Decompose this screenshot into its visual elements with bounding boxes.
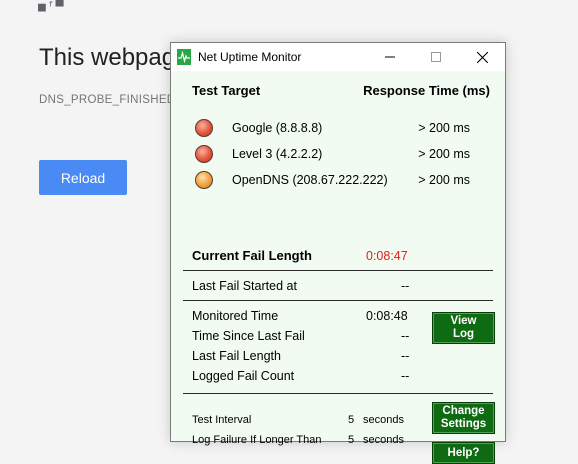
net-uptime-monitor-window: Net Uptime Monitor Test Target Response … xyxy=(170,42,506,464)
time-since-last-fail-label: Time Since Last Fail xyxy=(192,329,305,343)
log-failure-value: 5 xyxy=(348,434,355,446)
target-response: > 200 ms xyxy=(418,173,470,187)
monitor-content: Test Target Response Time (ms) Google (8… xyxy=(171,71,505,464)
pulse-icon xyxy=(177,49,191,65)
divider xyxy=(183,300,493,301)
maximize-button[interactable] xyxy=(413,43,459,71)
change-settings-button[interactable]: Change Settings xyxy=(432,402,495,434)
monitored-time-value: 0:08:48 xyxy=(366,309,408,323)
status-led-icon xyxy=(195,171,213,189)
view-log-label: View Log xyxy=(450,315,477,340)
test-interval-unit: seconds xyxy=(363,414,404,426)
status-led-icon xyxy=(195,145,213,163)
current-fail-length-label: Current Fail Length xyxy=(192,248,312,263)
change-settings-label: Change Settings xyxy=(440,405,487,430)
current-fail-length-value: 0:08:47 xyxy=(366,249,408,263)
divider xyxy=(183,270,493,271)
log-failure-unit: seconds xyxy=(363,434,404,446)
error-code: DNS_PROBE_FINISHED_ xyxy=(39,94,183,106)
offline-dino-icon: ■ᶠ▀ xyxy=(38,0,65,15)
last-fail-length-value: -- xyxy=(401,349,410,363)
target-name: OpenDNS (208.67.222.222) xyxy=(232,173,388,187)
reload-button[interactable]: Reload xyxy=(39,160,127,195)
title-bar[interactable]: Net Uptime Monitor xyxy=(171,43,505,71)
time-since-last-fail-value: -- xyxy=(401,329,410,343)
target-row-level3: Level 3 (4.2.2.2) > 200 ms xyxy=(195,143,495,165)
test-target-header: Test Target xyxy=(192,83,261,98)
target-name: Google (8.8.8.8) xyxy=(232,121,323,135)
help-label: Help? xyxy=(447,446,480,459)
target-response: > 200 ms xyxy=(418,147,470,161)
last-fail-length-label: Last Fail Length xyxy=(192,349,281,363)
last-fail-started-value: -- xyxy=(401,279,410,293)
window-title: Net Uptime Monitor xyxy=(198,50,302,64)
monitored-time-label: Monitored Time xyxy=(192,309,279,323)
target-row-google: Google (8.8.8.8) > 200 ms xyxy=(195,117,495,139)
target-row-opendns: OpenDNS (208.67.222.222) > 200 ms xyxy=(195,169,495,191)
error-title: This webpag xyxy=(39,44,176,71)
test-interval-value: 5 xyxy=(348,414,355,426)
close-button[interactable] xyxy=(459,43,505,71)
test-interval-label: Test Interval xyxy=(192,414,252,426)
last-fail-started-label: Last Fail Started at xyxy=(192,279,297,293)
help-button[interactable]: Help? xyxy=(432,442,495,464)
minimize-button[interactable] xyxy=(367,43,413,71)
logged-fail-count-label: Logged Fail Count xyxy=(192,369,295,383)
divider xyxy=(183,393,493,394)
response-time-header: Response Time (ms) xyxy=(363,83,490,98)
view-log-button[interactable]: View Log xyxy=(432,312,495,344)
log-failure-label: Log Failure If Longer Than xyxy=(192,434,322,446)
status-led-icon xyxy=(195,119,213,137)
logged-fail-count-value: -- xyxy=(401,369,410,383)
target-name: Level 3 (4.2.2.2) xyxy=(232,147,323,161)
target-response: > 200 ms xyxy=(418,121,470,135)
